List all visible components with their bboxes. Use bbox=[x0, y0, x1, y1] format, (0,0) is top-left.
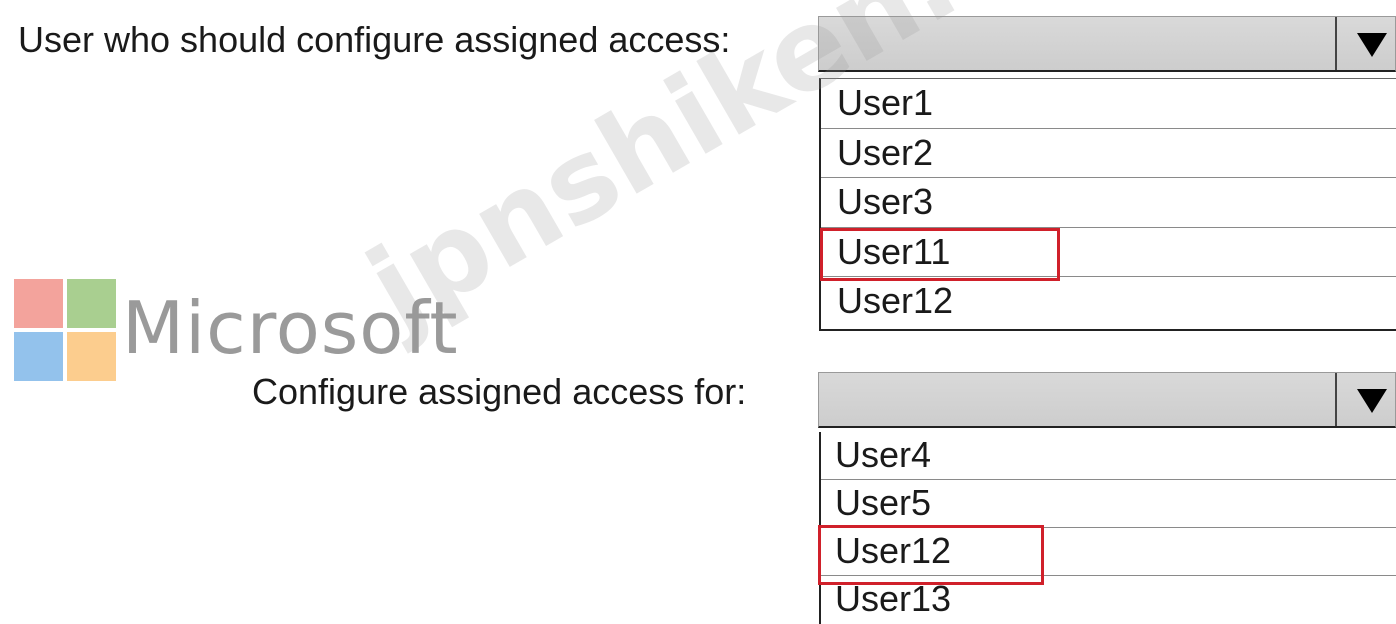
configure-user-label: User who should configure assigned acces… bbox=[18, 19, 731, 60]
microsoft-logo-icon bbox=[14, 279, 116, 381]
logo-red-square bbox=[14, 279, 63, 328]
chevron-down-icon[interactable] bbox=[1357, 33, 1387, 57]
assigned-access-for-options: User4 User5 User12 User13 bbox=[819, 432, 1396, 624]
option-user12[interactable]: User12 bbox=[821, 277, 1396, 327]
dropdown-divider bbox=[1335, 17, 1337, 70]
dropdown-divider bbox=[1335, 373, 1337, 426]
option-user2[interactable]: User2 bbox=[821, 129, 1396, 178]
configure-user-dropdown[interactable] bbox=[818, 16, 1396, 72]
option-user5[interactable]: User5 bbox=[821, 480, 1396, 528]
option-user11[interactable]: User11 bbox=[821, 228, 1396, 277]
configure-user-options: User1 User2 User3 User11 User12 bbox=[819, 78, 1396, 331]
option-user12[interactable]: User12 bbox=[821, 528, 1396, 576]
assigned-access-for-dropdown[interactable] bbox=[818, 372, 1396, 428]
option-user1[interactable]: User1 bbox=[821, 79, 1396, 129]
chevron-down-icon[interactable] bbox=[1357, 389, 1387, 413]
microsoft-wordmark: Microsoft bbox=[122, 286, 459, 370]
option-user13[interactable]: User13 bbox=[821, 576, 1396, 624]
logo-yellow-square bbox=[67, 332, 116, 381]
logo-blue-square bbox=[14, 332, 63, 381]
option-user3[interactable]: User3 bbox=[821, 178, 1396, 228]
option-user4[interactable]: User4 bbox=[821, 432, 1396, 480]
assigned-access-for-label: Configure assigned access for: bbox=[252, 371, 747, 412]
logo-green-square bbox=[67, 279, 116, 328]
